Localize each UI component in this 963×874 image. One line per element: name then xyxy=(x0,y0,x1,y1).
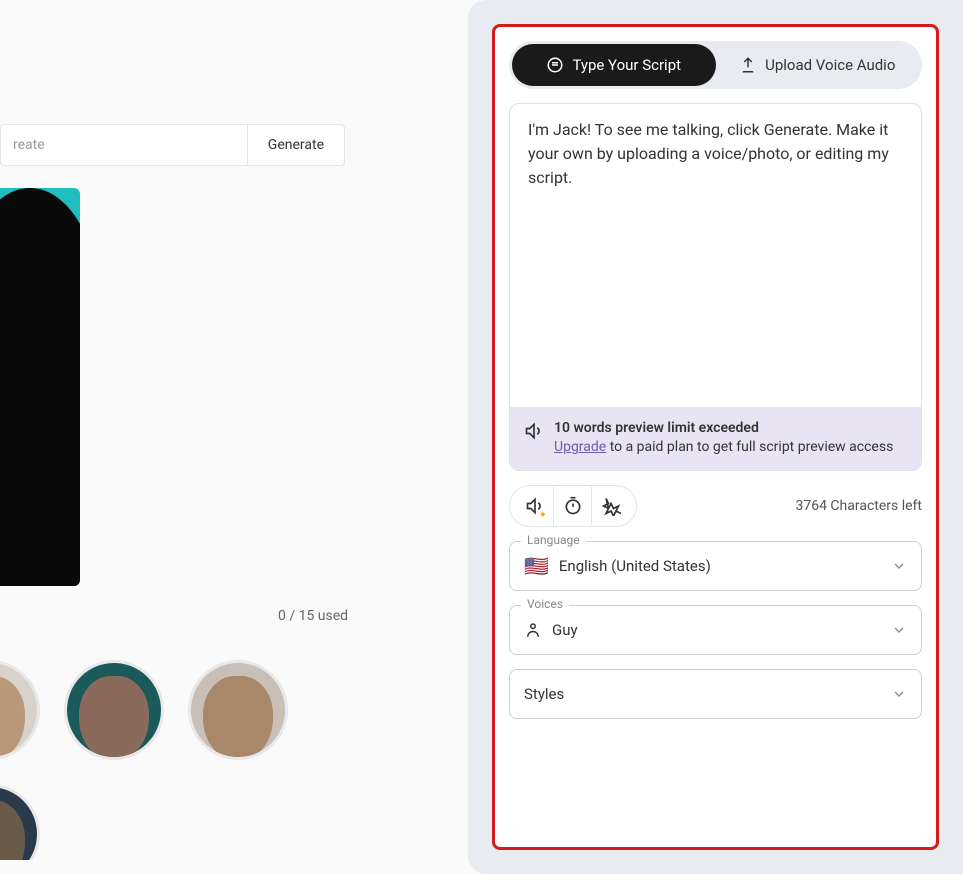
upgrade-link[interactable]: Upgrade xyxy=(554,439,606,455)
chevron-down-icon xyxy=(891,622,907,638)
flag-icon: 🇺🇸 xyxy=(524,554,549,578)
avatar-selector[interactable] xyxy=(0,650,350,860)
tab-type-script[interactable]: Type Your Script xyxy=(512,44,716,86)
language-group: Language 🇺🇸 English (United States) xyxy=(509,541,922,591)
voices-group: Voices Guy xyxy=(509,605,922,655)
upload-icon xyxy=(739,56,757,74)
language-select[interactable]: 🇺🇸 English (United States) xyxy=(509,541,922,591)
styles-select[interactable]: Styles xyxy=(509,669,922,719)
avatar-thumb-4[interactable] xyxy=(0,784,40,860)
tab-upload-audio[interactable]: Upload Voice Audio xyxy=(716,44,920,86)
sparkle-icon: ✦ xyxy=(539,510,547,521)
chevron-down-icon xyxy=(891,686,907,702)
chat-icon xyxy=(546,56,564,74)
prompt-input[interactable]: reate xyxy=(1,125,247,165)
language-label: Language xyxy=(521,533,586,547)
preview-audio-button[interactable]: ✦ xyxy=(516,487,554,525)
avatar-thumb-3[interactable] xyxy=(188,660,288,760)
tab-label: Type Your Script xyxy=(572,56,681,74)
avatar-figure xyxy=(0,188,80,586)
voices-select[interactable]: Guy xyxy=(509,605,922,655)
avatar-thumb-1[interactable] xyxy=(0,660,40,760)
language-value: English (United States) xyxy=(559,557,711,575)
left-panel: reate Generate 0 / 15 used xyxy=(0,0,430,874)
avatar-thumb-2[interactable] xyxy=(64,660,164,760)
warning-text: 10 words preview limit exceeded Upgrade … xyxy=(554,419,893,458)
styles-value: Styles xyxy=(524,685,564,703)
prompt-bar: reate Generate xyxy=(0,124,345,166)
script-container: I'm Jack! To see me talking, click Gener… xyxy=(509,103,922,471)
tab-label: Upload Voice Audio xyxy=(765,56,895,74)
voices-label: Voices xyxy=(521,597,569,611)
script-panel: Type Your Script Upload Voice Audio I'm … xyxy=(468,0,963,874)
script-textarea[interactable]: I'm Jack! To see me talking, click Gener… xyxy=(510,104,921,407)
timer-button[interactable] xyxy=(554,487,592,525)
effects-button[interactable] xyxy=(592,487,630,525)
tool-pill: ✦ xyxy=(509,485,637,527)
characters-remaining: 3764 Characters left xyxy=(795,498,922,514)
input-mode-tabs: Type Your Script Upload Voice Audio xyxy=(509,41,922,89)
chevron-down-icon xyxy=(891,558,907,574)
script-toolbar: ✦ 3764 Characters left xyxy=(509,485,922,527)
warning-title: 10 words preview limit exceeded xyxy=(554,419,893,439)
voices-value: Guy xyxy=(552,621,578,639)
styles-group: Styles xyxy=(509,669,922,719)
person-icon xyxy=(524,621,542,639)
warning-rest: to a paid plan to get full script previe… xyxy=(606,439,893,455)
main-avatar-preview xyxy=(0,188,80,586)
script-panel-inner: Type Your Script Upload Voice Audio I'm … xyxy=(492,24,939,850)
usage-counter: 0 / 15 used xyxy=(278,608,348,624)
speaker-icon xyxy=(524,421,544,458)
generate-button[interactable]: Generate xyxy=(247,125,344,165)
preview-limit-warning: 10 words preview limit exceeded Upgrade … xyxy=(510,407,921,470)
